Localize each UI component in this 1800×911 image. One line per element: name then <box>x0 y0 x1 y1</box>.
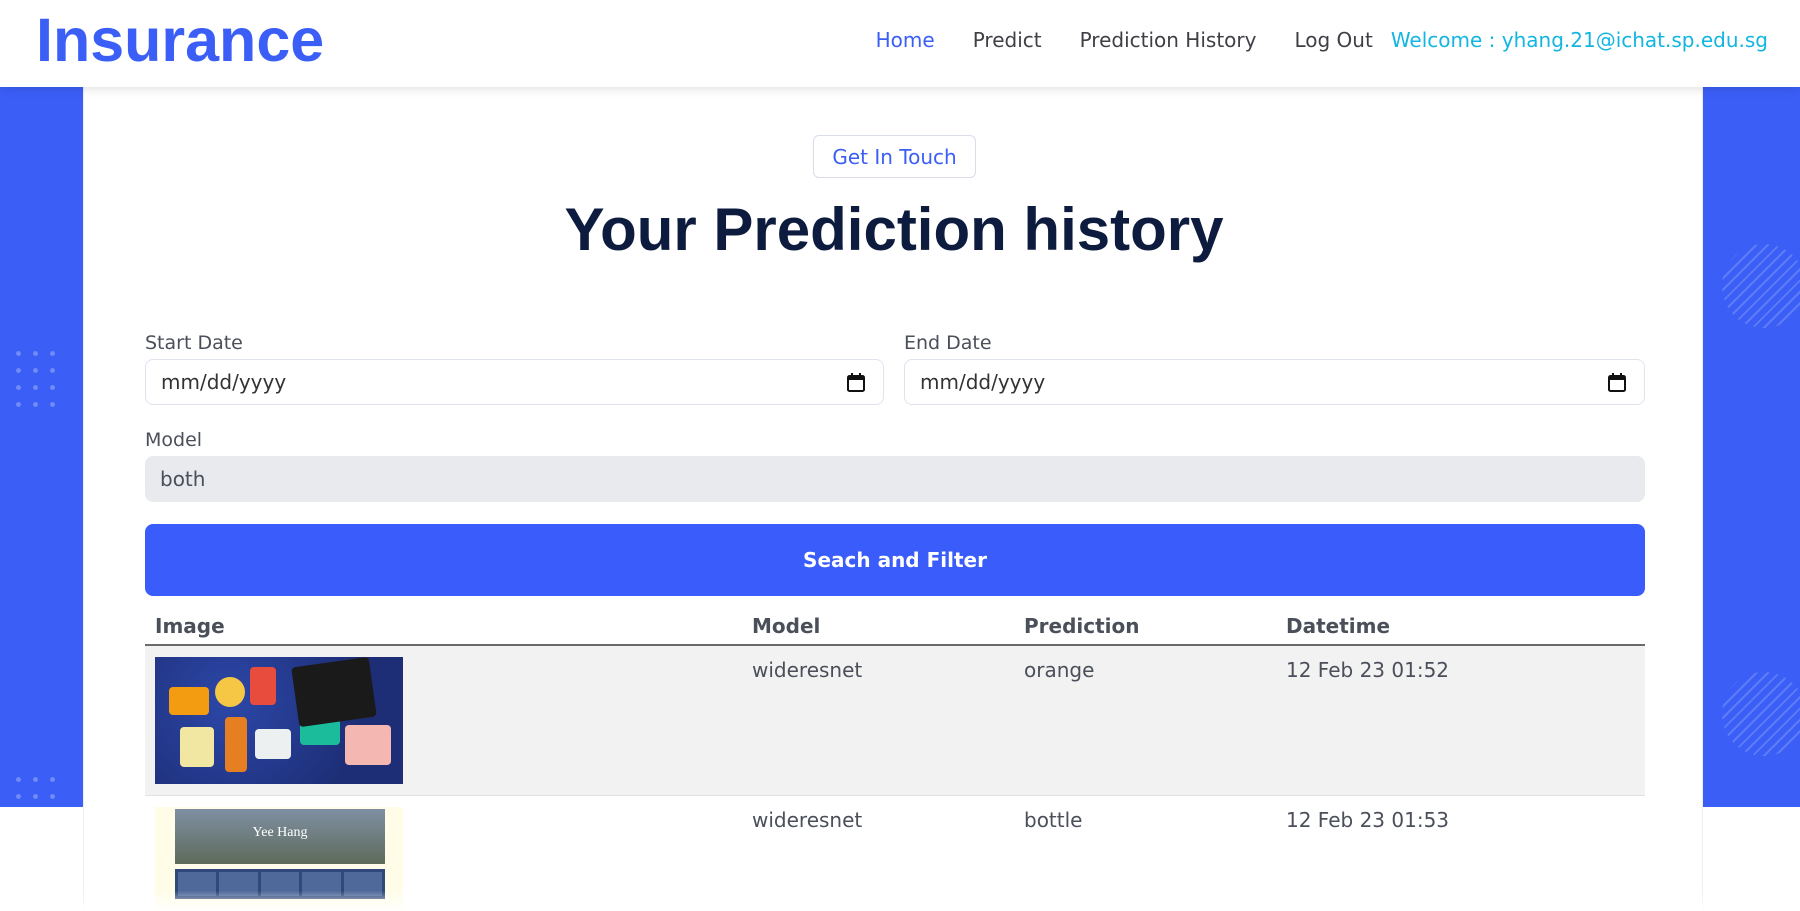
column-header-image: Image <box>155 614 225 638</box>
end-date-value: mm/dd/yyyy <box>920 370 1046 394</box>
search-and-filter-button[interactable]: Seach and Filter <box>145 524 1645 596</box>
get-in-touch-badge: Get In Touch <box>813 135 976 178</box>
calendar-icon[interactable] <box>1608 373 1626 392</box>
dot-pattern-decoration <box>10 345 62 415</box>
nav-log-out[interactable]: Log Out <box>1294 28 1372 52</box>
start-date-input[interactable]: mm/dd/yyyy <box>145 359 884 405</box>
end-date-label: End Date <box>904 332 992 354</box>
page-title: Your Prediction history <box>564 196 1224 263</box>
row-model: wideresnet <box>752 808 863 832</box>
end-date-input[interactable]: mm/dd/yyyy <box>904 359 1645 405</box>
nav-prediction-history[interactable]: Prediction History <box>1080 28 1257 52</box>
nav-home[interactable]: Home <box>876 28 935 52</box>
bottom-fade <box>0 891 1800 911</box>
main-nav: Home Predict Prediction History Log Out … <box>838 24 1768 56</box>
column-header-datetime: Datetime <box>1286 614 1391 638</box>
start-date-value: mm/dd/yyyy <box>161 370 287 394</box>
striped-circle-decoration <box>1722 244 1800 328</box>
column-header-prediction: Prediction <box>1024 614 1140 638</box>
history-panel: Get In Touch Your Prediction history Sta… <box>83 87 1703 911</box>
welcome-text: Welcome : yhang.21@ichat.sp.edu.sg <box>1390 28 1768 52</box>
striped-circle-decoration <box>1722 672 1800 756</box>
prediction-table: Image Model Prediction Datetime wideresn… <box>145 604 1645 911</box>
row-datetime: 12 Feb 23 01:53 <box>1286 808 1450 832</box>
row-model: wideresnet <box>752 658 863 682</box>
column-header-model: Model <box>752 614 821 638</box>
row-prediction: orange <box>1024 658 1095 682</box>
row-prediction: bottle <box>1024 808 1083 832</box>
table-row: wideresnet orange 12 Feb 23 01:52 <box>145 646 1645 796</box>
thumbnail-title: Yee Hang <box>252 825 308 840</box>
top-navbar: Insurance Home Predict Prediction Histor… <box>0 0 1800 87</box>
prediction-image-thumbnail <box>155 657 403 784</box>
brand-logo[interactable]: Insurance <box>36 4 324 76</box>
row-datetime: 12 Feb 23 01:52 <box>1286 658 1450 682</box>
model-select[interactable]: both <box>145 456 1645 502</box>
start-date-label: Start Date <box>145 332 243 354</box>
dot-pattern-decoration <box>10 771 62 807</box>
calendar-icon[interactable] <box>847 373 865 392</box>
nav-predict[interactable]: Predict <box>973 28 1042 52</box>
model-select-value: both <box>160 467 206 491</box>
model-label: Model <box>145 429 203 451</box>
table-header: Image Model Prediction Datetime <box>145 604 1645 646</box>
